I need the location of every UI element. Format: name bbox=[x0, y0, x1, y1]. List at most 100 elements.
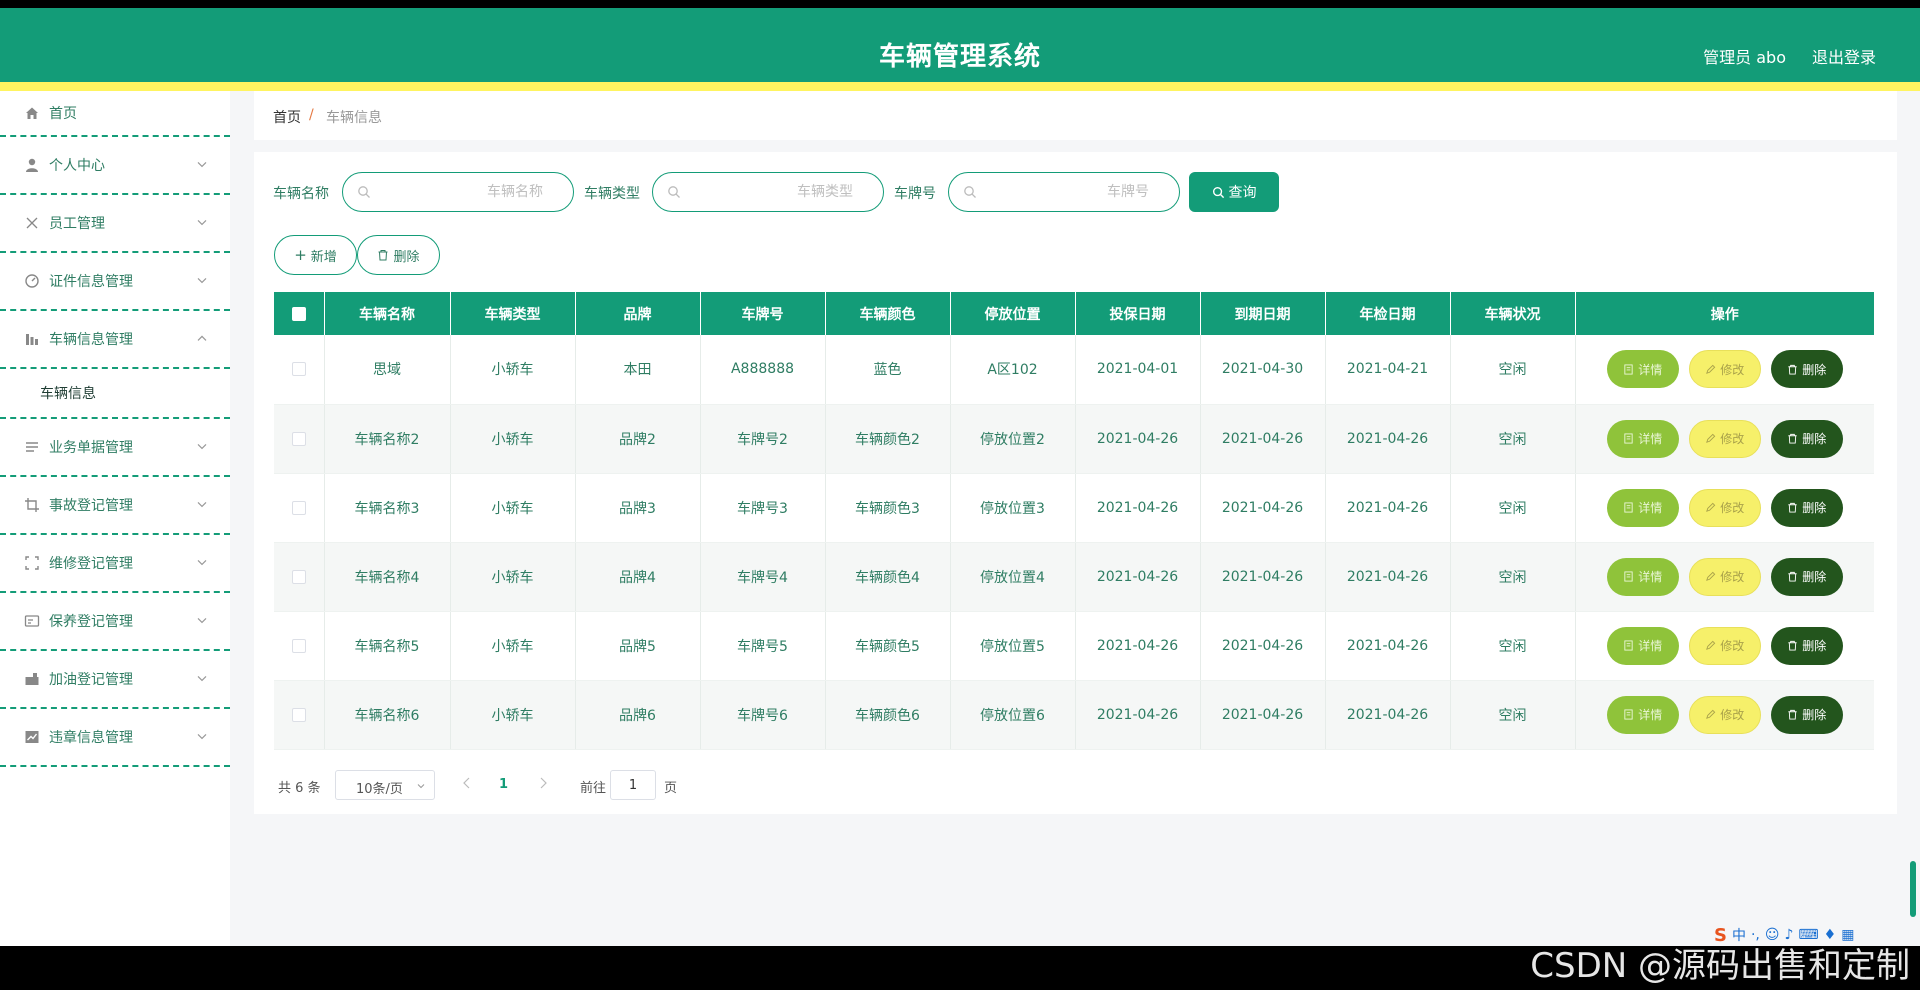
sidebar-item-home[interactable]: 首页 bbox=[0, 91, 230, 137]
plate-number-input[interactable] bbox=[985, 181, 1149, 203]
table-cell: 2021-04-26 bbox=[1075, 680, 1201, 750]
prev-page-icon[interactable] bbox=[461, 776, 473, 790]
detail-button-label: 详情 bbox=[1638, 362, 1663, 377]
detail-button[interactable]: 详情 bbox=[1606, 695, 1679, 734]
row-checkbox[interactable] bbox=[291, 431, 306, 446]
edit-button[interactable]: 修改 bbox=[1688, 419, 1761, 458]
delete-button[interactable]: 删除 bbox=[1770, 419, 1843, 458]
page-number-current[interactable]: 1 bbox=[499, 777, 508, 792]
trash-icon bbox=[1788, 433, 1797, 444]
document-icon bbox=[26, 442, 38, 452]
row-checkbox[interactable] bbox=[291, 500, 306, 515]
bulk-delete-button-label: 删除 bbox=[393, 249, 420, 265]
table-cell: 思域 bbox=[324, 335, 451, 405]
table-cell: 2021-04-21 bbox=[1325, 335, 1451, 405]
detail-button[interactable]: 详情 bbox=[1606, 557, 1679, 596]
table-row: 思域 小轿车 本田 A888888 蓝色 A区102 2021-04-01 2021-04-3… bbox=[274, 335, 1874, 405]
row-checkbox[interactable] bbox=[291, 707, 306, 722]
vehicle-icon bbox=[26, 334, 38, 345]
page-size-select[interactable]: 10条/页 bbox=[335, 770, 435, 800]
sidebar-item-maintenance[interactable]: 保养登记管理 bbox=[0, 593, 230, 651]
table-cell: 蓝色 bbox=[825, 335, 951, 405]
edit-button[interactable]: 修改 bbox=[1688, 695, 1761, 734]
table-cell: 停放位置3 bbox=[950, 473, 1076, 543]
sidebar-item-accidents[interactable]: 事故登记管理 bbox=[0, 477, 230, 535]
column-header: 车辆类型 bbox=[450, 292, 576, 335]
sidebar-item-personal-center[interactable]: 个人中心 bbox=[0, 137, 230, 195]
table-cell: 车辆颜色5 bbox=[825, 611, 951, 681]
sidebar-item-business-docs[interactable]: 业务单据管理 bbox=[0, 419, 230, 477]
table-cell: 车牌号3 bbox=[700, 473, 826, 543]
sidebar-item-label: 事故登记管理 bbox=[49, 498, 133, 514]
table-cell: 2021-04-26 bbox=[1075, 473, 1201, 543]
delete-button-label: 删除 bbox=[1802, 432, 1827, 446]
table-cell: 小轿车 bbox=[450, 542, 576, 612]
sidebar-item-fuel[interactable]: 加油登记管理 bbox=[0, 651, 230, 709]
next-page-icon[interactable] bbox=[537, 776, 549, 790]
row-checkbox[interactable] bbox=[291, 569, 306, 584]
row-actions-cell: 详情 修改 删除 bbox=[1575, 335, 1874, 405]
column-header: 车辆状况 bbox=[1450, 292, 1576, 335]
table-cell: 2021-04-26 bbox=[1200, 611, 1326, 681]
chevron-down-icon bbox=[197, 161, 207, 168]
row-checkbox[interactable] bbox=[291, 362, 306, 377]
sidebar-item-repairs[interactable]: 维修登记管理 bbox=[0, 535, 230, 593]
edit-button[interactable]: 修改 bbox=[1688, 488, 1761, 527]
detail-button[interactable]: 详情 bbox=[1606, 419, 1679, 458]
staff-icon bbox=[26, 217, 38, 229]
select-all-checkbox[interactable] bbox=[291, 306, 306, 321]
sidebar-subitem-vehicle-info[interactable]: 车辆信息 bbox=[0, 369, 230, 419]
delete-button[interactable]: 删除 bbox=[1770, 350, 1843, 389]
row-actions-cell: 详情 修改 删除 bbox=[1575, 473, 1874, 543]
sidebar-item-staff[interactable]: 员工管理 bbox=[0, 195, 230, 253]
detail-button[interactable]: 详情 bbox=[1606, 350, 1679, 389]
detail-button[interactable]: 详情 bbox=[1606, 626, 1679, 665]
query-button[interactable]: 查询 bbox=[1189, 172, 1279, 212]
table-cell: 2021-04-26 bbox=[1200, 542, 1326, 612]
vehicle-type-input[interactable] bbox=[689, 181, 853, 203]
goto-page-input[interactable] bbox=[610, 770, 656, 800]
detail-button-label: 详情 bbox=[1638, 708, 1663, 722]
sidebar-item-vehicles[interactable]: 车辆信息管理 bbox=[0, 311, 230, 369]
trash-icon bbox=[1788, 640, 1797, 651]
edit-button-label: 修改 bbox=[1720, 639, 1745, 653]
table-row: 车辆名称3 小轿车 品牌3 车牌号3 车辆颜色3 停放位置3 2021-04-26 2021-… bbox=[274, 473, 1874, 543]
delete-button[interactable]: 删除 bbox=[1770, 626, 1843, 665]
delete-button[interactable]: 删除 bbox=[1770, 695, 1843, 734]
table-cell: 车辆颜色2 bbox=[825, 404, 951, 474]
edit-button[interactable]: 修改 bbox=[1688, 350, 1761, 389]
table-cell: 车辆颜色6 bbox=[825, 680, 951, 750]
vertical-scrollbar[interactable] bbox=[1910, 861, 1916, 917]
table-cell: 车牌号2 bbox=[700, 404, 826, 474]
document-icon bbox=[1624, 571, 1633, 582]
query-button-label: 查询 bbox=[1228, 185, 1257, 201]
vehicle-name-input[interactable] bbox=[379, 181, 543, 203]
edit-button[interactable]: 修改 bbox=[1688, 557, 1761, 596]
table-cell: 空闲 bbox=[1450, 473, 1576, 543]
table-cell: 车牌号4 bbox=[700, 542, 826, 612]
column-header: 操作 bbox=[1575, 292, 1874, 335]
table-cell: 空闲 bbox=[1450, 611, 1576, 681]
plate-number-label: 车牌号 bbox=[894, 186, 936, 202]
edit-button[interactable]: 修改 bbox=[1688, 626, 1761, 665]
row-actions-cell: 详情 修改 删除 bbox=[1575, 680, 1874, 750]
table-cell: 车辆名称5 bbox=[324, 611, 451, 681]
breadcrumb-home[interactable]: 首页 bbox=[273, 107, 301, 127]
pagination-total: 共 6 条 bbox=[278, 781, 321, 796]
row-actions-cell: 详情 修改 删除 bbox=[1575, 611, 1874, 681]
edit-icon bbox=[1706, 433, 1716, 443]
sidebar-item-certificates[interactable]: 证件信息管理 bbox=[0, 253, 230, 311]
sidebar-item-violations[interactable]: 违章信息管理 bbox=[0, 709, 230, 767]
add-button[interactable]: + 新增 bbox=[274, 235, 357, 275]
bulk-delete-button[interactable]: 删除 bbox=[357, 235, 440, 275]
trash-icon bbox=[378, 250, 388, 261]
row-checkbox[interactable] bbox=[291, 638, 306, 653]
detail-button[interactable]: 详情 bbox=[1606, 488, 1679, 527]
delete-button[interactable]: 删除 bbox=[1770, 488, 1843, 527]
table-cell: 2021-04-26 bbox=[1075, 611, 1201, 681]
document-icon bbox=[1624, 502, 1633, 513]
logout-link[interactable]: 退出登录 bbox=[1812, 44, 1876, 68]
edit-button-label: 修改 bbox=[1720, 501, 1745, 515]
vehicle-table: 车辆名称 车辆类型 品牌 车牌号 车辆颜色 停放位置 投保日期 到期日期 年检日… bbox=[274, 292, 1874, 750]
delete-button[interactable]: 删除 bbox=[1770, 557, 1843, 596]
